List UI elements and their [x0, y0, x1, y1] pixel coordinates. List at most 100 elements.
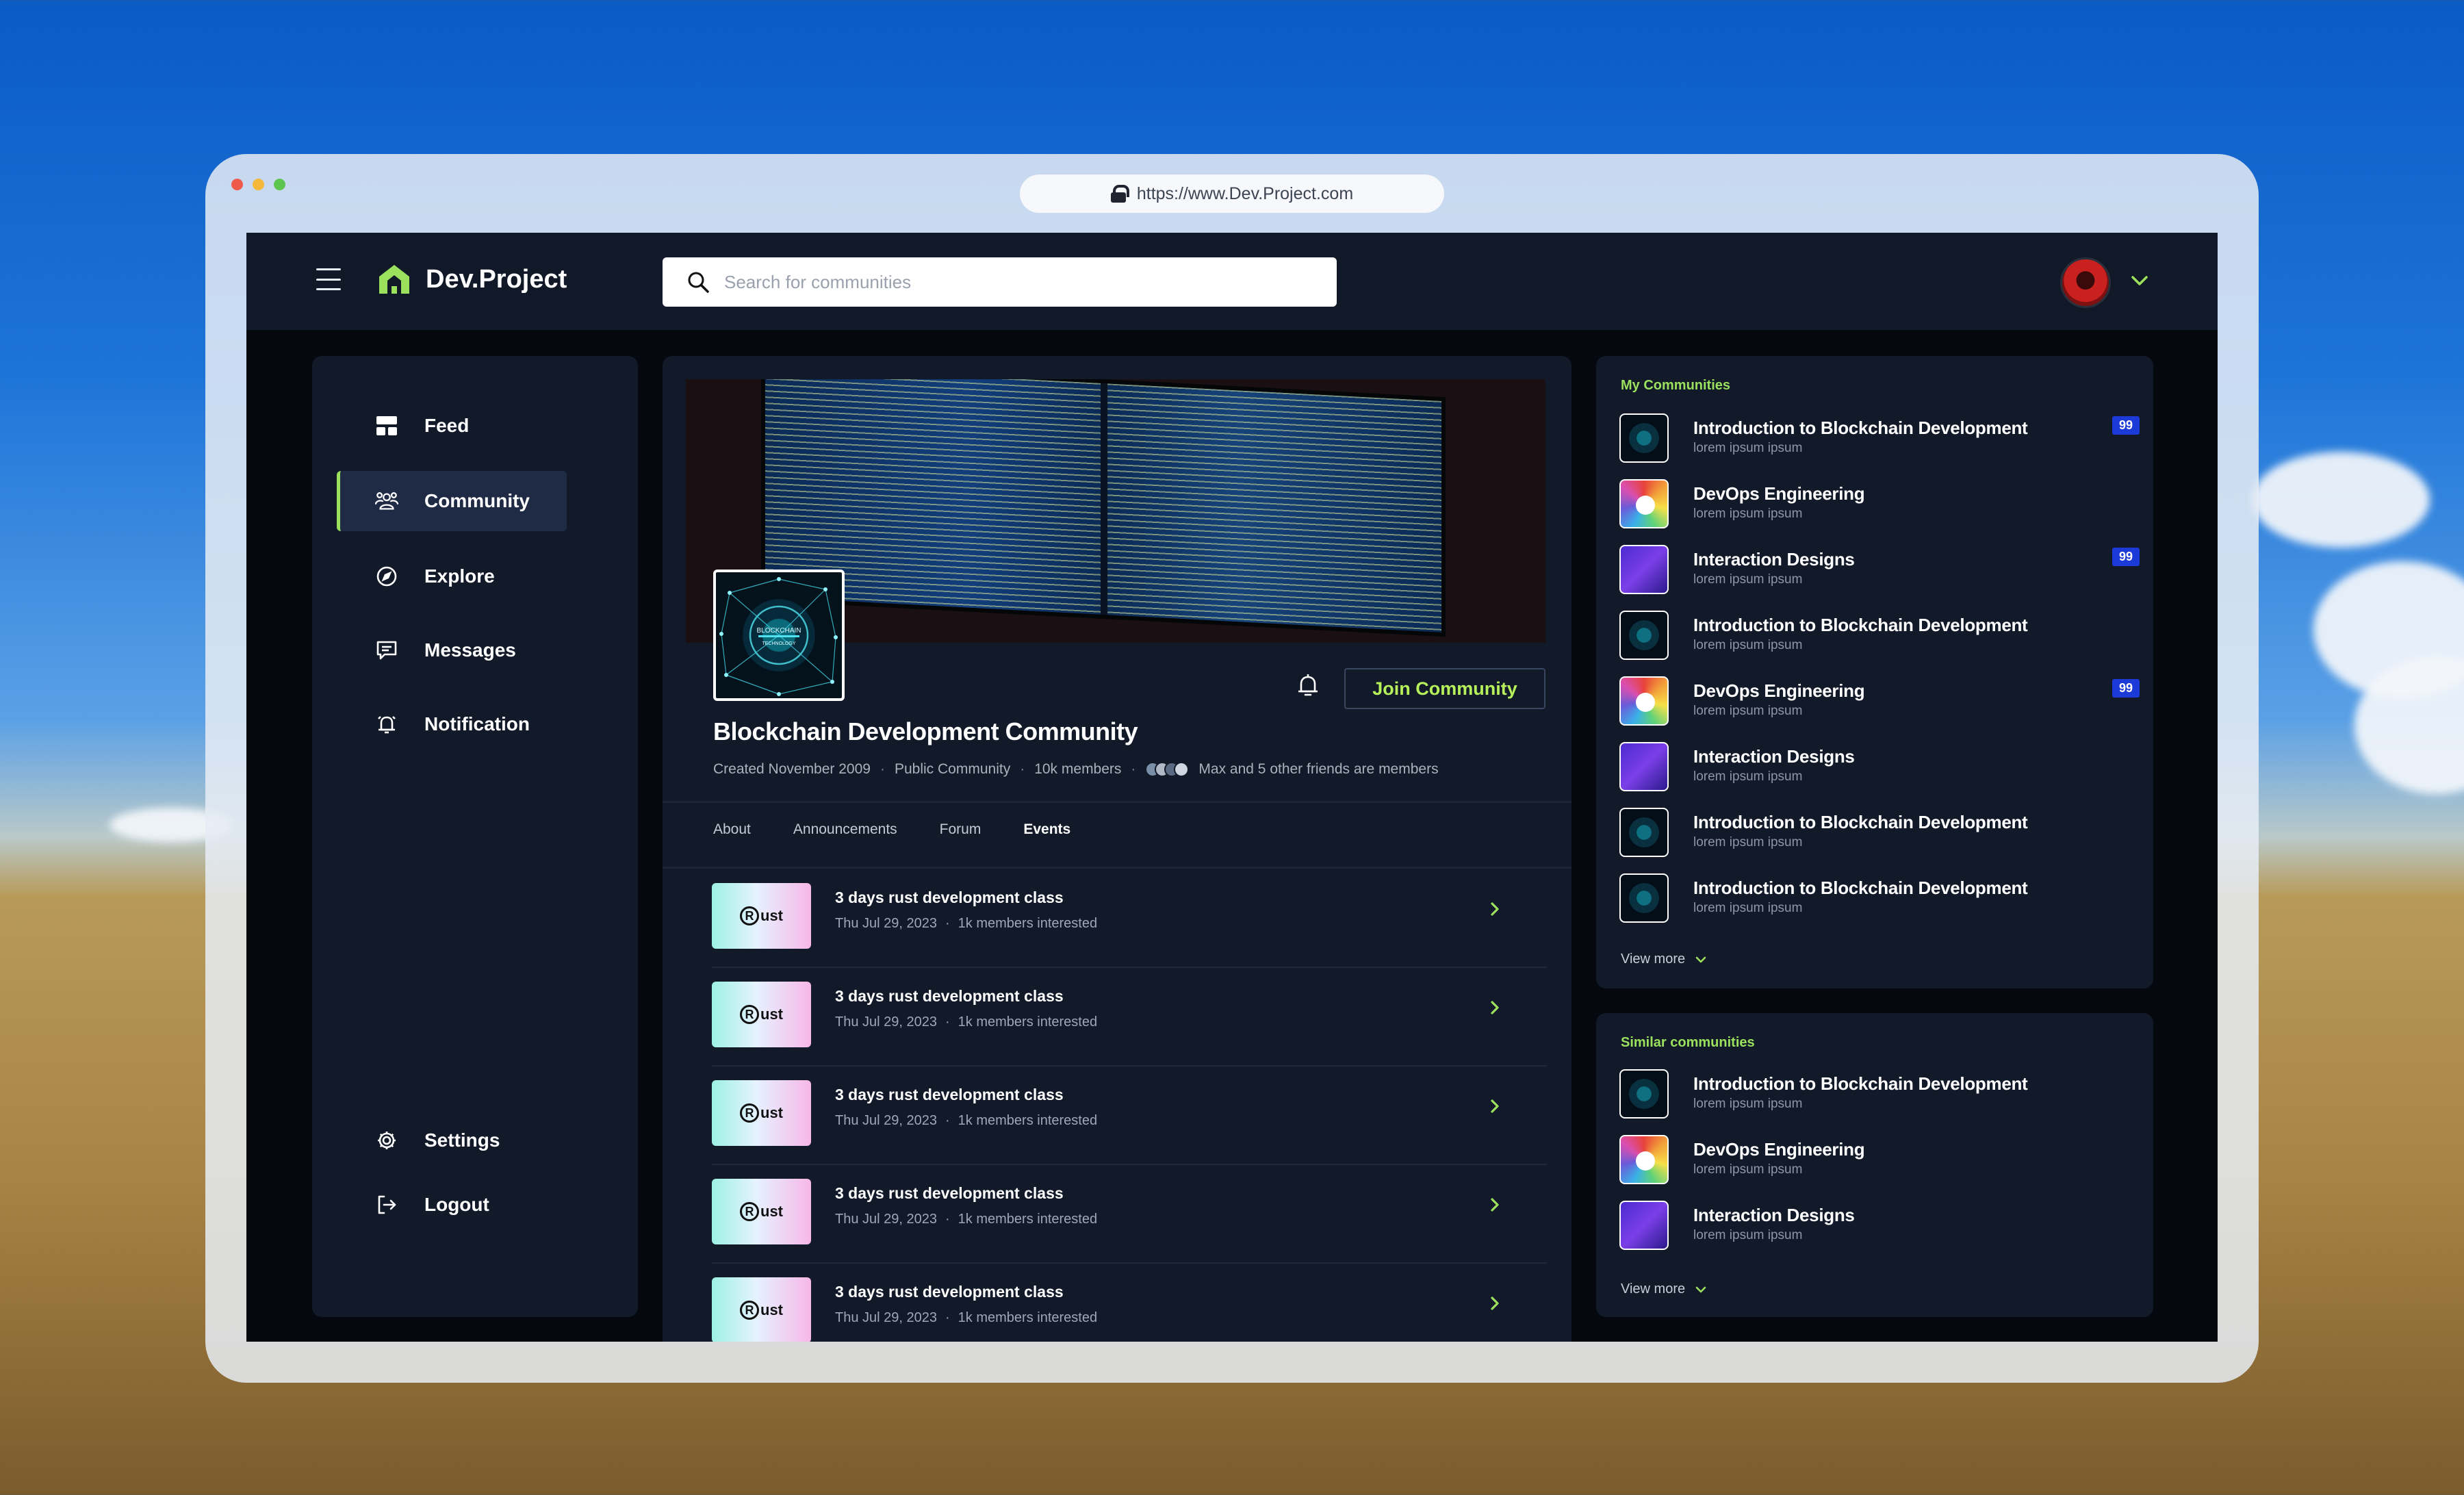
- sidebar-item-label: Feed: [424, 415, 470, 436]
- menu-icon[interactable]: [316, 268, 341, 290]
- devops-thumb-icon: [1619, 676, 1669, 726]
- community-list-item[interactable]: Introduction to Blockchain Development l…: [1619, 804, 2140, 858]
- url-bar[interactable]: https://www.Dev.Project.com: [1020, 175, 1444, 213]
- event-date: Thu Jul 29, 2023: [835, 1014, 937, 1030]
- community-list-item[interactable]: Introduction to Blockchain Development l…: [1619, 1065, 2140, 1120]
- unread-badge: 99: [2112, 548, 2140, 566]
- community-sub: lorem ipsum ipsum: [1693, 441, 1803, 455]
- event-meta: Thu Jul 29, 2023 · 1k members interested: [835, 1014, 1097, 1030]
- community-list-item[interactable]: Interaction Designs lorem ipsum ipsum: [1619, 738, 2140, 793]
- sidebar-item-settings[interactable]: Settings: [337, 1110, 567, 1171]
- maximize-dot[interactable]: [274, 179, 285, 190]
- search-input[interactable]: [724, 271, 1313, 293]
- community-sub: lorem ipsum ipsum: [1693, 704, 1803, 718]
- event-item[interactable]: Rust 3 days rust development class Thu J…: [712, 968, 1547, 1066]
- chevron-right-icon[interactable]: [1488, 998, 1502, 1017]
- sidebar-item-feed[interactable]: Feed: [337, 396, 567, 456]
- meta-separator: ·: [945, 1310, 950, 1325]
- tab-forum[interactable]: Forum: [940, 821, 981, 838]
- app-name: Dev.Project: [426, 264, 567, 294]
- logo[interactable]: Dev.Project: [376, 263, 567, 296]
- event-interest: 1k members interested: [958, 1310, 1098, 1325]
- rust-text: ust: [760, 1104, 783, 1121]
- chevron-right-icon[interactable]: [1488, 1195, 1502, 1214]
- minimize-dot[interactable]: [253, 179, 264, 190]
- chevron-right-icon[interactable]: [1488, 1294, 1502, 1313]
- event-title: 3 days rust development class: [835, 987, 1064, 1005]
- notify-bell-icon[interactable]: [1295, 672, 1321, 700]
- rust-logo: Rust: [712, 883, 811, 949]
- tab-announcements[interactable]: Announcements: [793, 821, 897, 838]
- event-item[interactable]: Rust 3 days rust development class Thu J…: [712, 1264, 1547, 1342]
- close-dot[interactable]: [231, 179, 243, 190]
- rust-logo: Rust: [712, 1277, 811, 1342]
- sidebar-item-community[interactable]: Community: [337, 471, 567, 531]
- friend-avatars[interactable]: [1145, 762, 1190, 777]
- community-list-item[interactable]: DevOps Engineering lorem ipsum ipsum: [1619, 475, 2140, 530]
- event-item[interactable]: Rust 3 days rust development class Thu J…: [712, 869, 1547, 968]
- community-sub: lorem ipsum ipsum: [1693, 1097, 1803, 1111]
- sidebar-item-logout[interactable]: Logout: [337, 1175, 567, 1235]
- cloud: [2252, 452, 2430, 548]
- community-name: Introduction to Blockchain Development: [1693, 1073, 2028, 1094]
- blockchain-thumb-icon: [1619, 611, 1669, 660]
- search-bar[interactable]: [663, 257, 1337, 307]
- community-name: Introduction to Blockchain Development: [1693, 878, 2028, 898]
- community-list-item[interactable]: DevOps Engineering lorem ipsum ipsum: [1619, 1131, 2140, 1186]
- similar-communities-title: Similar communities: [1621, 1035, 1755, 1050]
- divider: [663, 867, 1571, 869]
- sidebar-item-messages[interactable]: Messages: [337, 620, 567, 680]
- community-list-item[interactable]: DevOps Engineering lorem ipsum ipsum 99: [1619, 672, 2140, 727]
- sidebar-item-explore[interactable]: Explore: [337, 546, 567, 606]
- search-icon: [688, 272, 709, 293]
- event-meta: Thu Jul 29, 2023 · 1k members interested: [835, 916, 1097, 932]
- community-name: Introduction to Blockchain Development: [1693, 418, 2028, 438]
- chevron-down-icon[interactable]: [2130, 274, 2149, 288]
- event-title: 3 days rust development class: [835, 1086, 1064, 1103]
- meta-separator: ·: [945, 1212, 950, 1227]
- community-list-item[interactable]: Interaction Designs lorem ipsum ipsum 99: [1619, 541, 2140, 596]
- community-sub: lorem ipsum ipsum: [1693, 507, 1803, 521]
- view-more-button[interactable]: View more: [1621, 951, 1707, 967]
- created-date: Created November 2009: [713, 761, 871, 777]
- event-interest: 1k members interested: [958, 1014, 1098, 1030]
- tab-events[interactable]: Events: [1023, 821, 1070, 838]
- community-avatar: BLOCKCHAIN TECHNOLOGY: [713, 570, 845, 701]
- avatar[interactable]: [2060, 257, 2111, 308]
- meta-separator: ·: [945, 1014, 950, 1030]
- view-more-button[interactable]: View more: [1621, 1281, 1707, 1297]
- unread-badge: 99: [2112, 679, 2140, 698]
- message-icon: [375, 639, 398, 662]
- devops-thumb-icon: [1619, 1135, 1669, 1184]
- community-list-item[interactable]: Interaction Designs lorem ipsum ipsum: [1619, 1197, 2140, 1251]
- view-more-label: View more: [1621, 1281, 1686, 1296]
- event-meta: Thu Jul 29, 2023 · 1k members interested: [835, 1212, 1097, 1227]
- community-tabs: About Announcements Forum Events: [713, 821, 1070, 838]
- sidebar-item-label: Logout: [424, 1194, 489, 1215]
- chevron-right-icon[interactable]: [1488, 899, 1502, 919]
- logout-icon: [375, 1193, 398, 1216]
- window-controls: [231, 179, 285, 190]
- blockchain-thumb-icon: [1619, 413, 1669, 463]
- community-list-item[interactable]: Introduction to Blockchain Development l…: [1619, 869, 2140, 924]
- event-date: Thu Jul 29, 2023: [835, 1113, 937, 1128]
- community-name: Introduction to Blockchain Development: [1693, 812, 2028, 832]
- community-list-item[interactable]: Introduction to Blockchain Development l…: [1619, 606, 2140, 661]
- join-community-button[interactable]: Join Community: [1344, 668, 1545, 709]
- interaction-design-thumb-icon: [1619, 545, 1669, 594]
- top-bar: Dev.Project: [246, 233, 2218, 330]
- community-sub: lorem ipsum ipsum: [1693, 835, 1803, 849]
- sidebar-item-notification[interactable]: Notification: [337, 694, 567, 754]
- meta-separator: ·: [880, 761, 885, 777]
- my-communities-title: My Communities: [1621, 378, 1731, 393]
- bell-icon: [375, 713, 398, 736]
- tab-about[interactable]: About: [713, 821, 751, 838]
- chevron-right-icon[interactable]: [1488, 1097, 1502, 1116]
- interaction-design-thumb-icon: [1619, 1201, 1669, 1250]
- community-name: Interaction Designs: [1693, 549, 1855, 570]
- event-item[interactable]: Rust 3 days rust development class Thu J…: [712, 1165, 1547, 1264]
- event-interest: 1k members interested: [958, 1212, 1098, 1227]
- meta-separator: ·: [1020, 761, 1025, 777]
- event-item[interactable]: Rust 3 days rust development class Thu J…: [712, 1066, 1547, 1165]
- community-list-item[interactable]: Introduction to Blockchain Development l…: [1619, 409, 2140, 464]
